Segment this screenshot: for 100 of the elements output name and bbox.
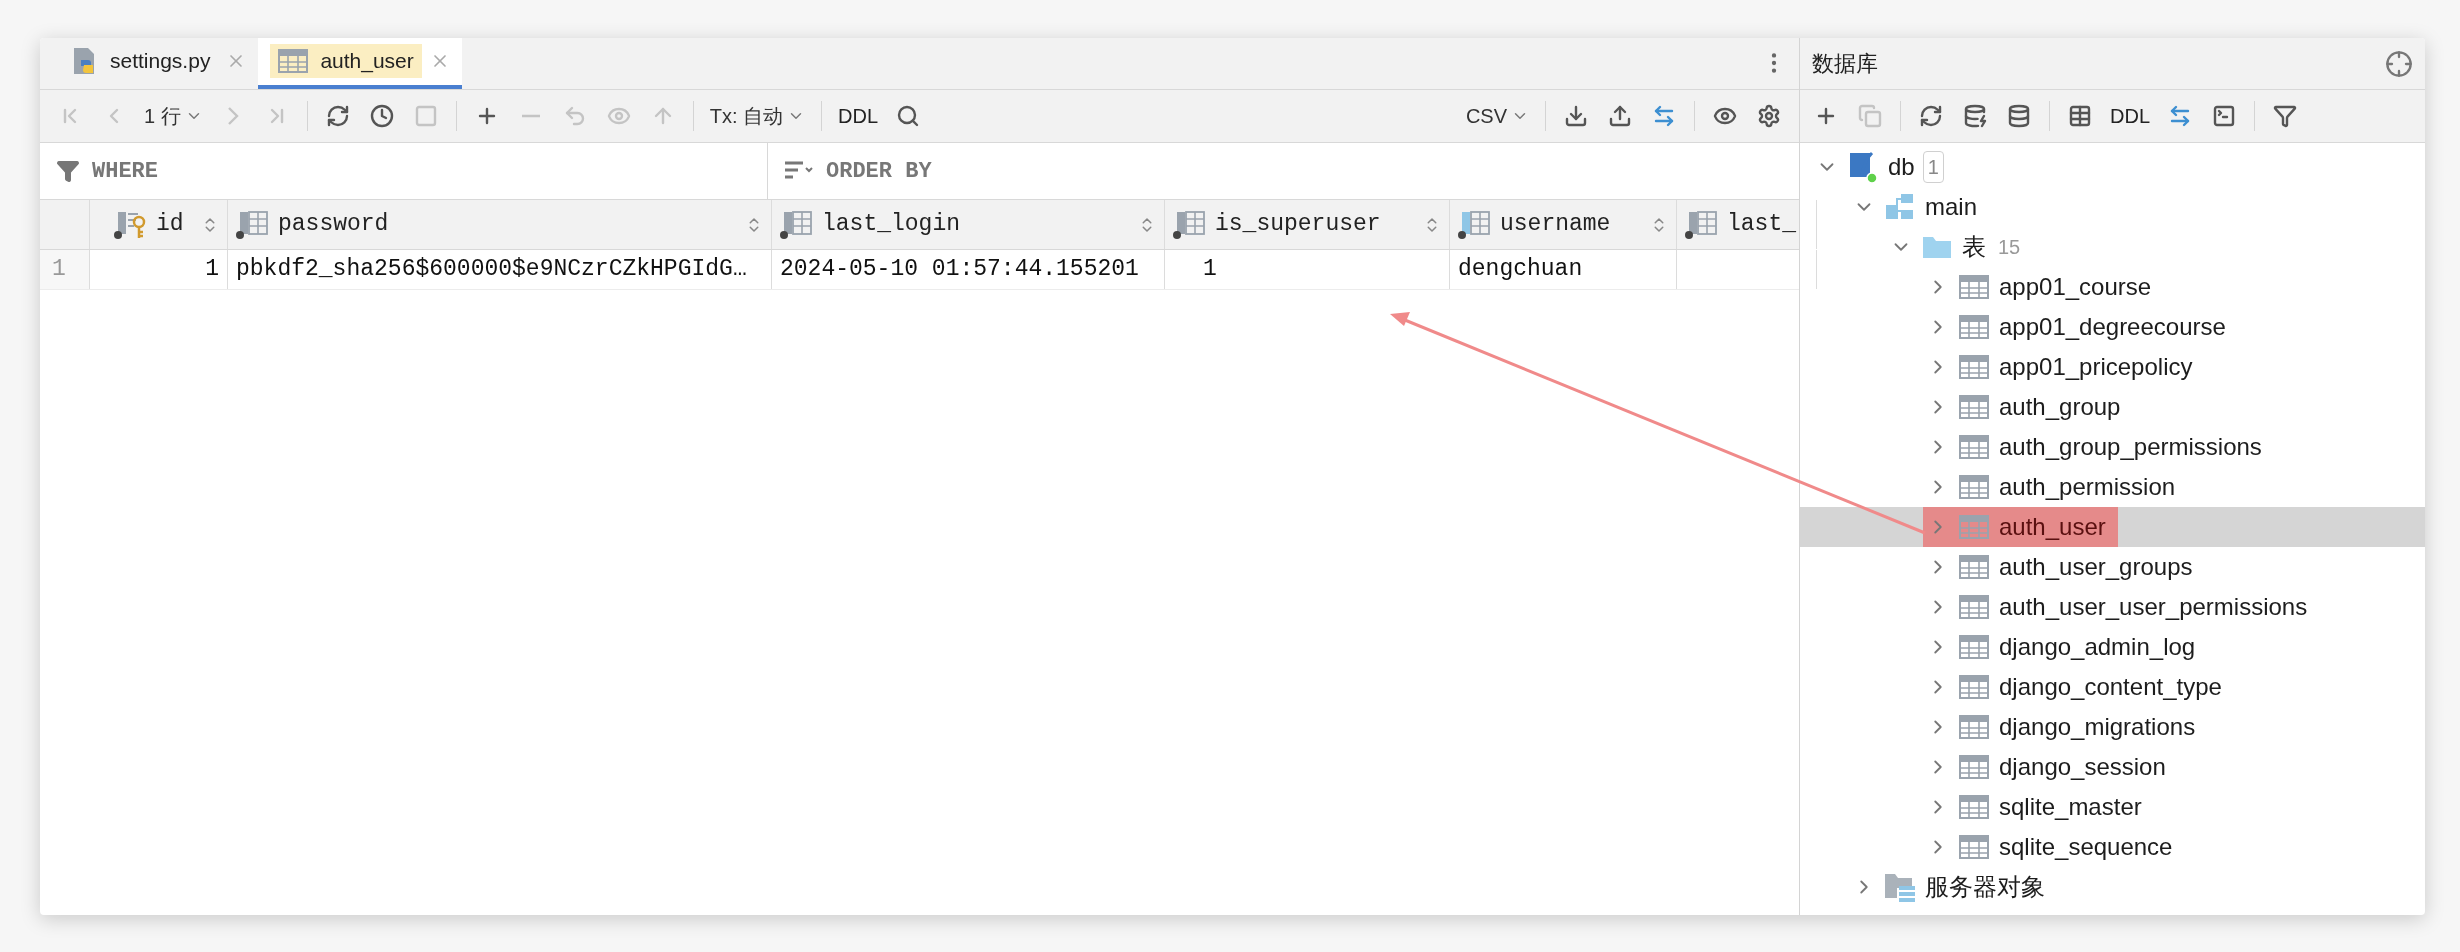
table-icon	[1959, 715, 1989, 739]
tree-item[interactable]: django_session	[1800, 747, 2425, 787]
column-header[interactable]: username	[1450, 200, 1677, 249]
tree-label: django_migrations	[1999, 712, 2196, 742]
tree-item[interactable]: sqlite_master	[1800, 787, 2425, 827]
column-header[interactable]: password	[228, 200, 772, 249]
order-by-field[interactable]: ORDER BY	[768, 143, 1799, 199]
dropdown-button[interactable]: CSV	[1457, 96, 1537, 136]
count-badge: 1	[1922, 151, 1944, 183]
database-stop-icon	[2007, 104, 2031, 128]
stop-icon	[413, 104, 438, 128]
tree-item[interactable]: app01_course	[1800, 267, 2425, 307]
console-icon	[2212, 104, 2236, 128]
copy-icon	[1858, 104, 1882, 128]
table-icon	[1959, 275, 1989, 299]
table-icon	[1959, 555, 1989, 579]
tree-label: sqlite_master	[1999, 792, 2142, 822]
ddl-button[interactable]: DDL	[2102, 96, 2158, 136]
sqlite-database-icon	[1848, 151, 1878, 183]
tree-label: auth_group_permissions	[1999, 432, 2262, 462]
table-icon	[1959, 795, 1989, 819]
tree-label: app01_course	[1999, 272, 2152, 302]
tree-label: main	[1925, 192, 1978, 222]
tree-item[interactable]: auth_user_user_permissions	[1800, 587, 2425, 627]
column-name: last_	[1727, 210, 1796, 240]
tree-label: 表	[1962, 232, 1986, 262]
tree-label: app01_degreecourse	[1999, 312, 2226, 342]
tree-label: app01_pricepolicy	[1999, 352, 2193, 382]
tree-item[interactable]: 服务器对象	[1800, 867, 2425, 907]
table-icon	[1959, 755, 1989, 779]
ddl-button[interactable]: DDL	[830, 96, 887, 136]
tree-item[interactable]: django_migrations	[1800, 707, 2425, 747]
tree-item[interactable]: auth_group	[1800, 387, 2425, 427]
column-header[interactable]: is_superuser	[1165, 200, 1450, 249]
tree-label: auth_permission	[1999, 472, 2176, 502]
delete-row-icon	[521, 114, 540, 118]
schema-icon	[1885, 193, 1915, 221]
column-name: last_login	[822, 210, 961, 240]
table-cell: pbkdf2_sha256$600000$e9NCzrCZkHPGIdG…	[228, 250, 772, 289]
table-icon	[1959, 395, 1989, 419]
table-icon	[1959, 835, 1989, 859]
compare-arrows-icon	[1652, 104, 1676, 128]
tree-label: db	[1888, 152, 1915, 182]
tree-item[interactable]: app01_pricepolicy	[1800, 347, 2425, 387]
tab-label: settings.py	[110, 48, 211, 75]
tree-label: django_content_type	[1999, 672, 2222, 702]
table-icon	[1959, 595, 1989, 619]
tree-label: django_admin_log	[1999, 632, 2196, 662]
row-number: 1	[40, 250, 90, 289]
table-icon	[1959, 515, 1989, 539]
column-header[interactable]: last_	[1677, 200, 1817, 249]
filter-icon	[2273, 104, 2297, 128]
table-icon	[1959, 315, 1989, 339]
tree-item[interactable]: db 1	[1800, 147, 2425, 187]
tree-item[interactable]: django_admin_log	[1800, 627, 2425, 667]
table-cell: 1	[90, 250, 228, 289]
column-header[interactable]: last_login	[772, 200, 1165, 249]
filter-icon	[56, 159, 80, 183]
table-icon	[278, 49, 309, 73]
column-name: is_superuser	[1215, 210, 1381, 240]
column-name: password	[278, 210, 389, 240]
table-icon	[1959, 475, 1989, 499]
database-tool-icon	[1963, 104, 1987, 128]
locate-icon[interactable]	[2385, 49, 2413, 78]
clock-icon	[369, 104, 394, 128]
folder-icon	[1922, 235, 1952, 259]
dropdown-button[interactable]: Tx: 自动	[701, 96, 814, 136]
key-column-icon	[114, 209, 148, 240]
column-icon	[780, 209, 814, 240]
tree-item[interactable]: app01_degreecourse	[1800, 307, 2425, 347]
tree-item[interactable]: django_content_type	[1800, 667, 2425, 707]
table-icon	[1959, 435, 1989, 459]
tree-item[interactable]: auth_permission	[1800, 467, 2425, 507]
tab-label: auth_user	[320, 48, 414, 75]
table-icon	[1959, 675, 1989, 699]
panel-title: 数据库	[1812, 50, 1878, 78]
settings-icon	[1757, 104, 1781, 128]
next-page-icon	[226, 106, 239, 126]
dropdown-button[interactable]: 1 行	[136, 96, 211, 136]
tree-label: auth_group	[1999, 392, 2121, 422]
column-icon	[1458, 209, 1492, 240]
column-header[interactable]: id	[90, 200, 228, 249]
column-name: id	[156, 210, 184, 240]
where-field[interactable]: WHERE	[40, 143, 768, 199]
editor-tab[interactable]: auth_user	[258, 38, 462, 89]
server-folder-icon	[1884, 872, 1916, 902]
table-cell: dengchuan	[1450, 250, 1677, 289]
column-icon	[1685, 209, 1719, 240]
editor-tab[interactable]: settings.py	[52, 38, 259, 89]
compare-arrows-icon	[2168, 104, 2192, 128]
tree-label: auth_user_user_permissions	[1999, 592, 2308, 622]
search-icon	[896, 104, 921, 128]
table-cell: 1	[1165, 250, 1450, 289]
item-count: 15	[1998, 235, 2021, 260]
tree-item[interactable]: auth_group_permissions	[1800, 427, 2425, 467]
tree-item[interactable]: auth_user_groups	[1800, 547, 2425, 587]
tree-item[interactable]: auth_user	[1800, 507, 2425, 547]
sort-icon	[784, 160, 814, 182]
tree-item[interactable]: sqlite_sequence	[1800, 827, 2425, 867]
upload-icon	[1608, 104, 1632, 128]
